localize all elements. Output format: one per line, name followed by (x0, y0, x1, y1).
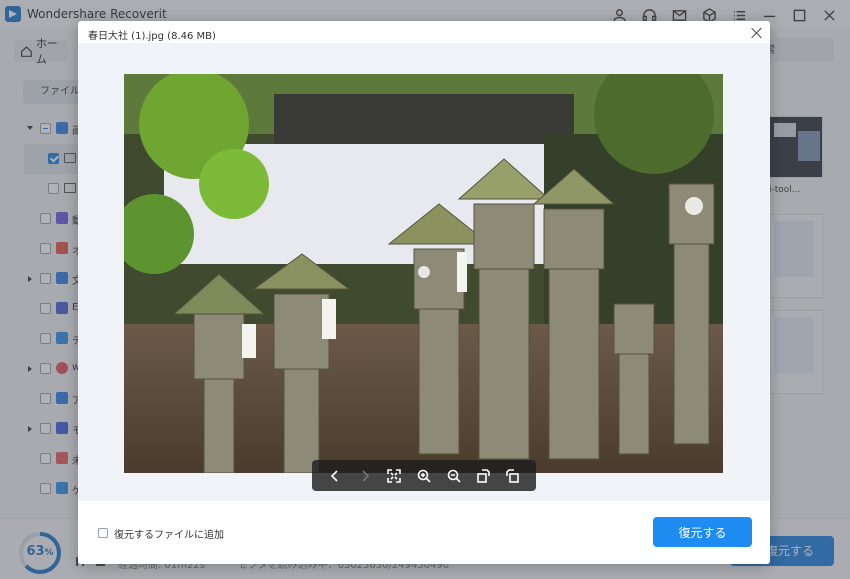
preview-dialog: 春日大社 (1).jpg (8.46 MB) 復元するファイルに追加 復元する (78, 21, 770, 564)
add-to-recover-label: 復元するファイルに追加 (114, 530, 224, 541)
dialog-header: 春日大社 (1).jpg (8.46 MB) (78, 21, 770, 43)
add-to-recover-checkbox[interactable] (98, 528, 108, 538)
rotate-right-icon[interactable] (502, 465, 524, 487)
prev-icon[interactable] (324, 465, 346, 487)
next-icon[interactable] (354, 465, 376, 487)
rotate-left-icon[interactable] (472, 465, 494, 487)
fit-screen-icon[interactable] (383, 465, 405, 487)
dialog-title: 春日大社 (1).jpg (8.46 MB) (88, 31, 216, 42)
zoom-out-icon[interactable] (443, 465, 465, 487)
preview-area (78, 43, 770, 501)
close-icon[interactable] (748, 24, 766, 42)
preview-image (124, 74, 723, 473)
zoom-in-icon[interactable] (413, 465, 435, 487)
recover-button[interactable]: 復元する (653, 517, 752, 547)
preview-toolbar (312, 460, 536, 491)
